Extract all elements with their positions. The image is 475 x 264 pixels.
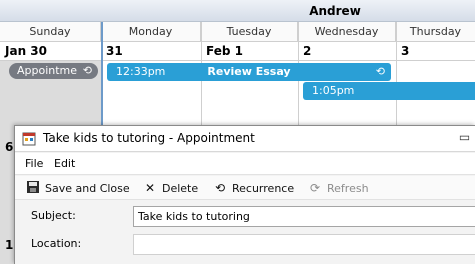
appointment-form: Subject: Take kids to tutoring Location: (15, 201, 475, 264)
recurrence-button[interactable]: ⟲ Recurrence (212, 180, 294, 197)
resource-header: Andrew (0, 0, 475, 22)
appointment-1-05pm[interactable]: 1:05pm (303, 82, 475, 100)
minimize-button[interactable]: ▭ (453, 130, 475, 148)
refresh-icon: ⟳ (309, 181, 321, 195)
date-label[interactable]: Jan 30 (0, 42, 47, 60)
recurrence-icon: ⟲ (375, 65, 385, 78)
appointment-chip[interactable]: Appointme ⟲ (9, 63, 98, 79)
menu-edit[interactable]: Edit (54, 157, 75, 170)
resource-name: Andrew (309, 4, 361, 18)
location-label: Location: (31, 237, 82, 250)
appointment-title: Review Essay (207, 65, 291, 78)
appointment-label: Appointme (17, 64, 78, 77)
delete-button[interactable]: ✕ Delete (142, 180, 198, 197)
day-header-wednesday: Wednesday (298, 22, 396, 42)
refresh-button[interactable]: ⟳ Refresh (307, 180, 369, 197)
delete-label: Delete (162, 182, 199, 195)
subject-label: Subject: (31, 209, 76, 222)
save-and-close-label: Save and Close (45, 182, 130, 195)
recurrence-icon: ⟲ (214, 181, 226, 195)
date-label[interactable]: 31 (101, 42, 123, 60)
recurrence-label: Recurrence (232, 182, 295, 195)
refresh-label: Refresh (327, 182, 369, 195)
date-label[interactable]: 2 (298, 42, 311, 60)
week-row-date[interactable]: 1 (0, 236, 13, 254)
dialog-title: Take kids to tutoring - Appointment (43, 131, 255, 145)
day-header-tuesday: Tuesday (201, 22, 298, 42)
day-header-sunday: Sunday (0, 22, 101, 42)
appointment-time: 1:05pm (312, 84, 355, 97)
selection-marker (101, 22, 103, 132)
toolbar: Save and Close ✕ Delete ⟲ Recurrence ⟳ Refr… (15, 176, 475, 200)
recurrence-icon: ⟲ (82, 64, 92, 77)
location-input[interactable] (133, 234, 475, 255)
day-header-thursday: Thursday (396, 22, 475, 42)
appointment-dialog: Take kids to tutoring - Appointment ▭ Fi… (14, 125, 475, 264)
divider (0, 60, 475, 61)
week-row-date[interactable]: 6 (0, 138, 13, 156)
day-header-monday: Monday (101, 22, 201, 42)
delete-icon: ✕ (144, 181, 156, 195)
dialog-titlebar[interactable]: Take kids to tutoring - Appointment ▭ (15, 126, 475, 152)
appointment-review-essay[interactable]: 12:33pm Review Essay ⟲ (107, 63, 391, 81)
date-label[interactable]: Feb 1 (201, 42, 243, 60)
appointment-icon (22, 132, 36, 146)
subject-input[interactable]: Take kids to tutoring (133, 206, 475, 227)
save-and-close-button[interactable]: Save and Close (25, 180, 130, 197)
menu-bar: File Edit (15, 153, 475, 175)
date-label[interactable]: 3 (396, 42, 409, 60)
menu-file[interactable]: File (25, 157, 43, 170)
save-icon (27, 181, 39, 193)
